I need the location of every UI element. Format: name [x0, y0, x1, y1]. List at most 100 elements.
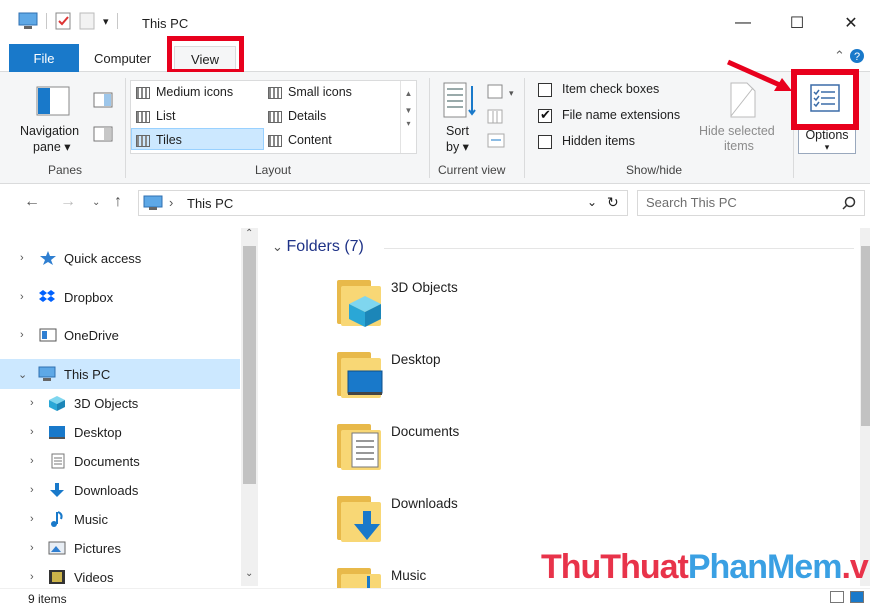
layout-small-icons[interactable]: Small icons	[268, 85, 352, 99]
back-arrow-icon[interactable]: ←	[24, 193, 40, 211]
folders-group-header[interactable]: ⌄ Folders (7)	[272, 238, 364, 256]
layout-details[interactable]: Details	[268, 109, 326, 123]
large-icons-view-icon[interactable]	[850, 591, 864, 603]
sort-by-dropdown[interactable]: by ▾	[446, 139, 469, 154]
status-bar: 9 items	[0, 588, 870, 608]
scroll-up-icon[interactable]: ⌃	[245, 228, 253, 239]
scrollbar-thumb[interactable]	[243, 246, 256, 484]
navigation-pane-label[interactable]: Navigation	[20, 124, 79, 138]
watermark-part: .vn	[841, 548, 870, 586]
search-box[interactable]	[637, 190, 865, 216]
breadcrumb-this-pc[interactable]: This PC	[187, 196, 233, 211]
scroll-down-icon[interactable]: ⌄	[245, 568, 253, 579]
expand-chevron-icon[interactable]: ›	[30, 513, 34, 525]
nav-item-music[interactable]: › Music	[0, 505, 240, 533]
collapse-ribbon-icon[interactable]: ⌃	[834, 48, 845, 64]
navigation-pane-icon[interactable]	[36, 86, 70, 116]
expand-chevron-icon[interactable]: ›	[30, 397, 34, 409]
close-button[interactable]: ✕	[836, 10, 866, 36]
refresh-icon[interactable]: ↻	[607, 194, 619, 211]
navigation-pane-dropdown[interactable]: pane ▾	[33, 139, 71, 154]
new-folder-icon[interactable]	[79, 12, 95, 30]
minimize-button[interactable]: —	[728, 10, 758, 36]
recent-locations-icon[interactable]: ⌄	[92, 197, 100, 208]
size-columns-icon[interactable]	[487, 133, 507, 149]
layout-tiles[interactable]: Tiles	[136, 133, 182, 147]
breadcrumb-separator[interactable]: ›	[169, 195, 173, 210]
scrollbar-thumb[interactable]	[861, 246, 870, 426]
nav-item-downloads[interactable]: › Downloads	[0, 476, 240, 504]
svg-text:?: ?	[854, 51, 860, 63]
nav-item-desktop[interactable]: › Desktop	[0, 418, 240, 446]
options-dropdown-icon[interactable]: ▾	[799, 142, 855, 153]
title-bar: ▾ This PC — ☐ ✕	[0, 0, 870, 44]
layout-gallery-scroll[interactable]: ▲ ▼ ▾	[400, 81, 416, 153]
expand-chevron-icon[interactable]: ›	[30, 455, 34, 467]
hidden-items-toggle[interactable]: Hidden items	[538, 134, 635, 149]
file-list-scrollbar[interactable]	[860, 228, 870, 586]
options-button[interactable]: Options ▾	[798, 128, 856, 154]
address-dropdown-icon[interactable]: ⌄	[587, 195, 597, 209]
tab-computer[interactable]: Computer	[94, 44, 151, 72]
layout-medium-icons[interactable]: Medium icons	[136, 85, 233, 99]
nav-item-videos[interactable]: › Videos	[0, 563, 240, 591]
search-icon[interactable]	[842, 196, 856, 210]
nav-item-documents[interactable]: › Documents	[0, 447, 240, 475]
group-by-icon[interactable]: ▾	[487, 84, 517, 100]
scroll-down-icon[interactable]: ▼	[401, 106, 416, 115]
expand-chevron-icon[interactable]: ›	[30, 484, 34, 496]
layout-list[interactable]: List	[136, 109, 175, 123]
options-icon[interactable]	[809, 83, 841, 113]
medium-icons-icon	[136, 86, 150, 99]
sort-by-label[interactable]: Sort	[446, 124, 469, 138]
collapse-group-icon[interactable]: ⌄	[272, 239, 287, 254]
expand-chevron-icon[interactable]: ›	[20, 291, 24, 303]
panes-group-label: Panes	[48, 163, 83, 177]
address-bar[interactable]: › This PC ⌄ ↻	[138, 190, 628, 216]
maximize-button[interactable]: ☐	[782, 10, 812, 36]
nav-item-quick-access[interactable]: › Quick access	[0, 244, 240, 272]
group-divider	[125, 78, 126, 178]
expand-chevron-icon[interactable]: ›	[30, 542, 34, 554]
item-check-boxes-checkbox[interactable]	[538, 82, 552, 97]
tab-file[interactable]: File	[9, 44, 79, 72]
nav-item-3d-objects[interactable]: › 3D Objects	[0, 389, 240, 417]
collapse-chevron-icon[interactable]: ⌄	[18, 368, 27, 381]
details-view-icon[interactable]	[830, 591, 844, 603]
show-hide-group-label: Show/hide	[626, 163, 683, 177]
details-pane-icon[interactable]	[93, 126, 113, 142]
nav-label: Pictures	[74, 540, 121, 556]
forward-arrow-icon[interactable]: →	[60, 193, 76, 211]
preview-pane-icon[interactable]	[93, 92, 113, 108]
up-arrow-icon[interactable]: ↑	[114, 193, 122, 211]
expand-chevron-icon[interactable]: ›	[30, 571, 34, 583]
search-input[interactable]	[646, 195, 836, 210]
hidden-items-checkbox[interactable]	[538, 134, 552, 149]
pictures-icon	[48, 541, 66, 555]
file-name-extensions-checkbox[interactable]	[538, 107, 552, 123]
nav-item-this-pc[interactable]: ⌄ This PC	[0, 359, 240, 389]
help-icon[interactable]: ?	[849, 48, 865, 64]
document-icon	[51, 453, 65, 469]
expand-gallery-icon[interactable]: ▾	[401, 119, 416, 128]
checkbox-label: Item check boxes	[562, 82, 660, 96]
layout-label: List	[156, 109, 176, 123]
expand-chevron-icon[interactable]: ›	[20, 252, 24, 264]
item-check-boxes-toggle[interactable]: Item check boxes	[538, 82, 659, 97]
expand-chevron-icon[interactable]: ›	[30, 426, 34, 438]
checkbox-label: File name extensions	[562, 108, 681, 122]
customize-toolbar-icon[interactable]: ▾	[103, 15, 109, 28]
nav-item-pictures[interactable]: › Pictures	[0, 534, 240, 562]
nav-item-dropbox[interactable]: › Dropbox	[0, 283, 240, 311]
scroll-up-icon[interactable]: ▲	[401, 89, 416, 98]
nav-item-onedrive[interactable]: › OneDrive	[0, 321, 240, 349]
file-name-extensions-toggle[interactable]: File name extensions	[538, 107, 681, 123]
hide-selected-label[interactable]: Hide selected	[699, 124, 775, 138]
layout-content[interactable]: Content	[268, 133, 332, 147]
sort-by-icon[interactable]	[443, 82, 477, 120]
computer-icon[interactable]	[18, 12, 38, 30]
add-columns-icon[interactable]	[487, 109, 517, 125]
nav-pane-scrollbar[interactable]: ⌃ ⌄	[241, 228, 258, 586]
properties-icon[interactable]	[55, 12, 71, 30]
expand-chevron-icon[interactable]: ›	[20, 329, 24, 341]
